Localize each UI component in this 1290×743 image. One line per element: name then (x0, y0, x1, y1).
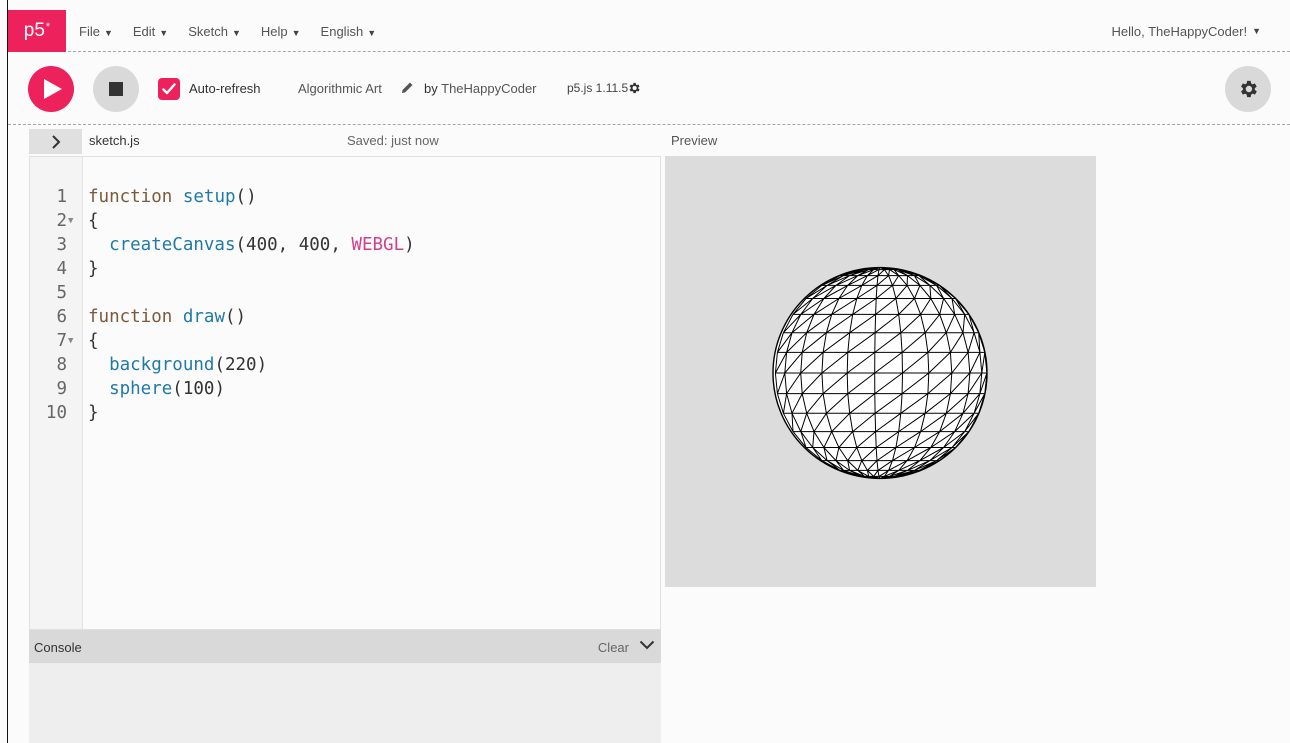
menu-help-label: Help (260, 23, 288, 39)
code-line[interactable]: 5 (30, 281, 660, 305)
version-gear-icon[interactable] (627, 81, 641, 95)
code-line[interactable]: 7 ▼ { (30, 329, 660, 353)
stop-button[interactable] (93, 66, 139, 112)
line-number: 5 (56, 283, 67, 303)
line-number: 4 (56, 259, 67, 279)
code-function: setup (182, 187, 236, 207)
caret-down-icon: ▼ (231, 27, 241, 38)
logo-text: p5 (23, 20, 45, 41)
pencil-icon[interactable] (401, 82, 413, 94)
code-text: } (88, 259, 99, 279)
preview-label: Preview (671, 133, 718, 148)
line-number: 2 (56, 211, 67, 231)
code-text: { (88, 331, 99, 351)
code-line[interactable]: 2 ▼ { (30, 209, 660, 233)
code-text: () (235, 187, 257, 207)
code-line[interactable]: 3 createCanvas(400, 400, WEBGL) (30, 233, 660, 257)
code-line[interactable]: 1 function setup() (30, 185, 660, 209)
console-output (29, 663, 661, 743)
saved-status: Saved: just now (347, 133, 439, 148)
sketch-name[interactable]: Algorithmic Art (298, 81, 382, 96)
line-number: 8 (56, 355, 67, 375)
auto-refresh-checkbox[interactable] (158, 78, 180, 100)
menu-sketch-label: Sketch (188, 23, 228, 39)
author-link[interactable]: TheHappyCoder (441, 81, 536, 96)
checkmark-icon (162, 83, 176, 95)
chevron-down-icon[interactable] (639, 639, 655, 651)
code-text: (100) (172, 379, 225, 399)
code-line[interactable]: 4 } (30, 257, 660, 281)
line-number: 6 (56, 307, 67, 327)
caret-down-icon: ▼ (291, 27, 301, 38)
code-function: draw (182, 307, 225, 327)
settings-button[interactable] (1225, 66, 1271, 112)
auto-refresh-label[interactable]: Auto-refresh (189, 81, 261, 96)
p5-logo[interactable]: p5 * (8, 10, 66, 52)
caret-down-icon: ▼ (1252, 26, 1261, 36)
code-line[interactable]: 8 background(220) (30, 353, 660, 377)
code-editor[interactable]: 1 function setup() 2 ▼ { 3 createCanvas(… (29, 156, 661, 630)
user-greeting: Hello, TheHappyCoder! (1111, 23, 1248, 39)
caret-down-icon: ▼ (159, 27, 169, 38)
console-header: Console Clear (29, 630, 661, 663)
code-text: (220) (214, 355, 268, 375)
code-function: background (109, 355, 215, 375)
code-text: (400, 400, (235, 235, 352, 255)
user-menu[interactable]: Hello, TheHappyCoder! ▼ (1111, 10, 1261, 52)
menu-help[interactable]: Help ▼ (261, 24, 301, 39)
code-text: { (88, 211, 99, 231)
line-number: 9 (56, 379, 67, 399)
code-text: () (225, 307, 247, 327)
p5-version[interactable]: p5.js 1.11.5 (567, 81, 628, 95)
chevron-right-icon (51, 134, 60, 149)
caret-down-icon: ▼ (103, 27, 113, 38)
sketch-author-line: by TheHappyCoder (424, 81, 537, 96)
menu-edit[interactable]: Edit ▼ (133, 24, 168, 39)
line-number: 1 (56, 187, 67, 207)
menu-file[interactable]: File ▼ (79, 24, 113, 39)
window-left-edge (0, 0, 8, 743)
play-button[interactable] (28, 66, 74, 112)
logo-asterisk: * (45, 21, 51, 33)
play-icon (44, 79, 62, 99)
fold-triangle-icon[interactable]: ▼ (68, 329, 73, 353)
menu-language[interactable]: English ▼ (321, 24, 377, 39)
menu-language-label: English (320, 23, 364, 39)
menu-sketch[interactable]: Sketch ▼ (188, 24, 241, 39)
wireframe-sphere (772, 266, 988, 480)
stop-icon (109, 82, 123, 96)
by-label: by (424, 81, 438, 96)
file-name: sketch.js (89, 133, 140, 148)
code-line[interactable]: 6 function draw() (30, 305, 660, 329)
top-nav: p5 * File ▼ Edit ▼ Sketch ▼ Help ▼ English ▼ H… (8, 10, 1290, 52)
menu-edit-label: Edit (132, 23, 156, 39)
toolbar: Auto-refresh Algorithmic Art by TheHappy… (8, 52, 1290, 125)
line-number: 10 (45, 403, 67, 423)
console-clear-button[interactable]: Clear (598, 640, 629, 655)
menu-file-label: File (79, 23, 100, 39)
line-number: 3 (56, 235, 67, 255)
sidebar-toggle-button[interactable] (29, 129, 82, 154)
code-function: createCanvas (109, 235, 236, 255)
code-keyword: function (88, 307, 173, 327)
line-number: 7 (56, 331, 67, 351)
main-menu: File ▼ Edit ▼ Sketch ▼ Help ▼ English ▼ (79, 10, 396, 52)
code-function: sphere (109, 379, 173, 399)
console-title: Console (34, 640, 82, 655)
code-text: } (88, 403, 99, 423)
code-line[interactable]: 10 } (30, 401, 660, 425)
code-keyword: function (88, 187, 173, 207)
code-line[interactable]: 9 sphere(100) (30, 377, 660, 401)
code-constant: WEBGL (351, 235, 405, 255)
gear-icon (1241, 80, 1257, 98)
preview-canvas[interactable] (665, 156, 1096, 587)
caret-down-icon: ▼ (367, 27, 377, 38)
fold-triangle-icon[interactable]: ▼ (68, 209, 73, 233)
code-text: ) (404, 235, 415, 255)
